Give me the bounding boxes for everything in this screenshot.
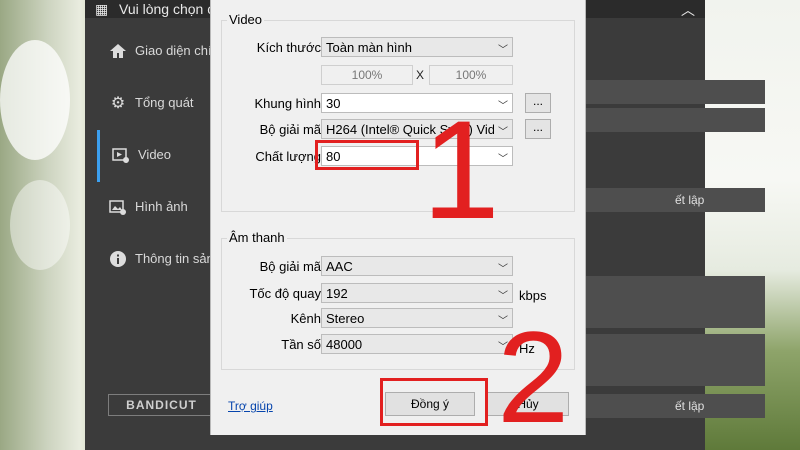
- sidebar-item-video[interactable]: Video: [97, 130, 209, 182]
- chevron-down-icon: ﹀: [498, 45, 508, 56]
- sidebar-item-label: Hình ảnh: [135, 199, 188, 214]
- bitrate-label: Tốc độ quay: [249, 286, 321, 301]
- logo-text: BANDICUT: [126, 398, 197, 412]
- gear-icon: ⚙: [110, 95, 126, 112]
- image-settings-icon: [109, 198, 127, 216]
- video-group-title: Video: [227, 12, 265, 27]
- info-icon: [109, 250, 127, 268]
- channel-label: Kênh: [290, 311, 321, 326]
- wallpaper-petal: [10, 180, 70, 270]
- video-settings-icon: [112, 146, 130, 164]
- quality-label: Chất lượng: [255, 149, 321, 164]
- bitrate-value: 192: [326, 286, 348, 301]
- fps-label: Khung hình: [254, 96, 321, 111]
- highlight-ok-box: [380, 378, 488, 426]
- frequency-select[interactable]: 48000 ﹀: [321, 334, 513, 354]
- step-2-number: 2: [497, 304, 570, 450]
- sidebar-nav: Giao diện chín ⚙ Tổng quát Video Hình ản…: [97, 26, 219, 286]
- setup-button-2[interactable]: ết lập: [575, 394, 765, 418]
- audio-codec-select[interactable]: AAC ﹀: [321, 256, 513, 276]
- bandicut-logo: BANDICUT: [108, 394, 215, 416]
- sidebar-item-general[interactable]: ⚙ Tổng quát: [97, 78, 209, 130]
- help-link[interactable]: Trợ giúp: [228, 399, 273, 413]
- channel-select[interactable]: Stereo ﹀: [321, 308, 513, 328]
- sidebar-item-info[interactable]: Thông tin sản: [97, 234, 214, 286]
- grid-icon: ▦: [95, 1, 109, 17]
- chevron-up-icon[interactable]: ︿: [681, 0, 695, 20]
- audio-group-title: Âm thanh: [227, 230, 287, 245]
- size-label: Kích thước: [256, 40, 321, 55]
- sidebar-item-label: Thông tin sản: [135, 251, 214, 266]
- codec-more-button[interactable]: ...: [525, 119, 551, 139]
- app-title: Vui lòng chọn ch: [119, 1, 222, 17]
- video-codec-label: Bộ giải mã: [259, 122, 321, 137]
- frequency-label: Tần số: [281, 337, 321, 352]
- size-select[interactable]: Toàn màn hình ﹀: [321, 37, 513, 57]
- setup-button-label: ết lập: [675, 399, 705, 413]
- step-1-number: 1: [422, 91, 500, 248]
- sidebar-item-home[interactable]: Giao diện chín: [97, 26, 219, 78]
- bitrate-select[interactable]: 192 ﹀: [321, 283, 513, 303]
- width-percent-field[interactable]: 100%: [321, 65, 413, 85]
- sidebar-item-label: Video: [138, 147, 172, 162]
- sidebar-item-label: Giao diện chín: [135, 43, 219, 58]
- app-panel-row: [575, 108, 765, 132]
- sidebar-item-image[interactable]: Hình ảnh: [97, 182, 209, 234]
- home-icon: [109, 42, 127, 60]
- sidebar-item-label: Tổng quát: [135, 95, 194, 110]
- app-panel-block: [575, 276, 765, 328]
- size-value: Toàn màn hình: [326, 40, 413, 55]
- bitrate-unit: kbps: [519, 288, 547, 303]
- setup-button-label: ết lập: [675, 193, 705, 207]
- x-separator: X: [416, 68, 425, 82]
- frequency-value: 48000: [326, 337, 363, 352]
- setup-button[interactable]: ết lập: [575, 188, 765, 212]
- highlight-quality-box: [315, 140, 419, 170]
- fps-more-button[interactable]: ...: [525, 93, 551, 113]
- audio-codec-value: AAC: [326, 259, 353, 274]
- audio-codec-label: Bộ giải mã: [259, 259, 321, 274]
- chevron-down-icon: ﹀: [498, 291, 508, 302]
- chevron-down-icon: ﹀: [498, 264, 508, 275]
- channel-value: Stereo: [326, 311, 365, 326]
- height-percent-field[interactable]: 100%: [429, 65, 513, 85]
- wallpaper-petal: [0, 40, 70, 160]
- app-panel-row: [575, 80, 765, 104]
- app-panel-block: [575, 334, 765, 386]
